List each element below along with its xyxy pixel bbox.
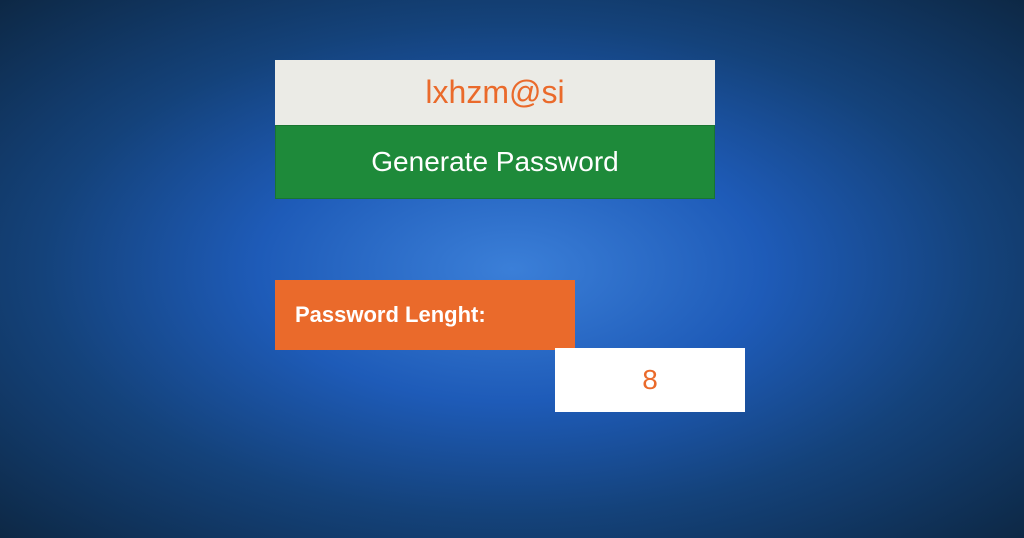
generator-panel: Generate Password: [275, 60, 715, 199]
password-output[interactable]: [275, 60, 715, 125]
generate-button[interactable]: Generate Password: [275, 125, 715, 199]
length-section: Password Lenght:: [275, 280, 575, 350]
length-input[interactable]: [555, 348, 745, 412]
length-label: Password Lenght:: [275, 280, 575, 350]
